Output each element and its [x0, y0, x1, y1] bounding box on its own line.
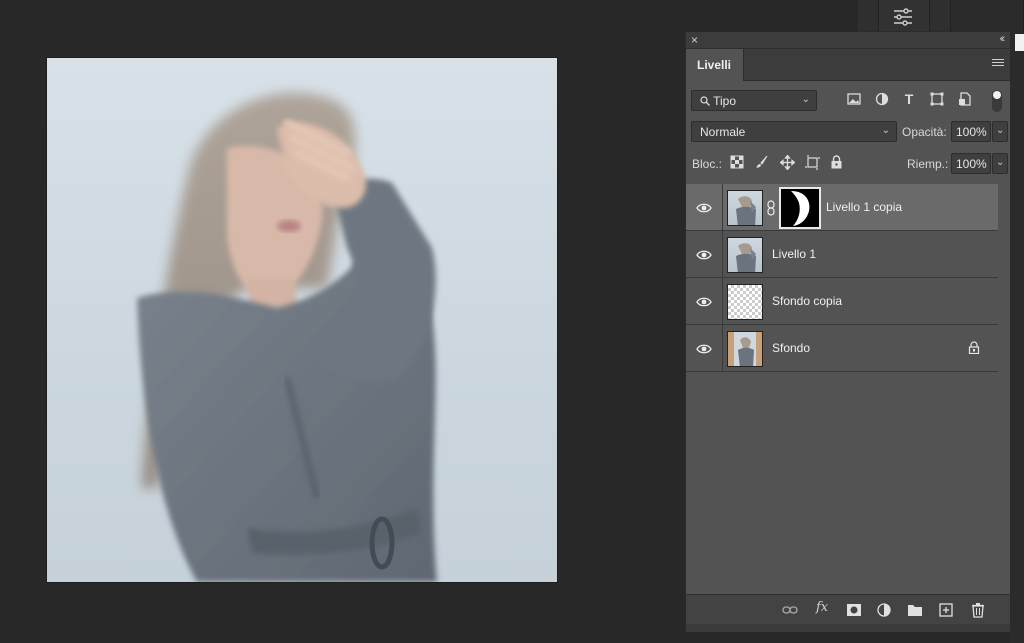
layer-thumbnail-transparent[interactable] — [727, 284, 763, 320]
close-panel-icon[interactable]: × — [691, 33, 698, 47]
adjustment-filter-icon[interactable] — [874, 91, 890, 107]
dock-column — [950, 0, 1024, 34]
lock-position-icon[interactable] — [779, 154, 796, 171]
panel-menu-icon[interactable] — [992, 59, 1004, 69]
visibility-eye-icon[interactable] — [696, 295, 712, 307]
layer-thumbnail[interactable] — [727, 237, 763, 273]
chevron-down-icon: ⌄ — [881, 125, 890, 136]
lock-row: Bloc.: Riemp.: 100% ⌄ — [686, 145, 1010, 177]
tab-layers[interactable]: Livelli — [686, 49, 744, 81]
adjustments-icon[interactable] — [893, 8, 913, 31]
layer-row-livello-1[interactable]: Livello 1 — [686, 231, 998, 278]
lock-transparent-pixels-icon[interactable] — [730, 155, 746, 171]
delete-layer-icon[interactable] — [970, 602, 986, 618]
lock-all-icon[interactable] — [830, 155, 846, 171]
lock-image-pixels-icon[interactable] — [755, 155, 771, 171]
document-canvas[interactable] — [47, 58, 557, 582]
opacity-dropdown-icon[interactable]: ⌄ — [992, 121, 1008, 142]
filter-kind-dropdown[interactable]: Tipo ⌄ — [691, 90, 817, 111]
layer-thumbnail[interactable] — [727, 190, 763, 226]
panel-titlebar: × ‹‹ — [686, 32, 1010, 49]
blend-mode-value: Normale — [700, 125, 746, 139]
fx-icon[interactable]: fx — [816, 600, 832, 616]
layer-name[interactable]: Livello 1 copia — [826, 200, 902, 214]
layer-name[interactable]: Sfondo copia — [772, 294, 842, 308]
visibility-eye-icon[interactable] — [696, 342, 712, 354]
eye-separator — [722, 278, 723, 325]
smart-object-filter-icon[interactable] — [957, 91, 973, 107]
filter-kind-label: Tipo — [713, 94, 737, 108]
dock-strip — [858, 0, 1024, 34]
layers-panel: × ‹‹ Livelli Tipo ⌄ T Normale ⌄ Opacità:… — [685, 31, 1011, 633]
layer-row-livello-1-copia[interactable]: Livello 1 copia — [686, 184, 998, 231]
collapse-panel-icon[interactable]: ‹‹ — [1000, 33, 1006, 45]
opacity-label: Opacità: — [902, 125, 947, 139]
layer-mask-thumbnail[interactable] — [779, 187, 821, 229]
filter-row: Tipo ⌄ T — [686, 81, 1010, 113]
panel-footer — [686, 624, 1010, 632]
layer-row-sfondo-copia[interactable]: Sfondo copia — [686, 278, 998, 325]
image-filter-icon[interactable] — [846, 91, 862, 107]
photo-artwork — [137, 92, 437, 582]
link-layers-icon[interactable] — [782, 602, 798, 618]
shape-filter-icon[interactable] — [929, 91, 945, 107]
blend-mode-dropdown[interactable]: Normale ⌄ — [691, 121, 897, 142]
group-folder-icon[interactable] — [907, 602, 923, 618]
adjustment-layer-icon[interactable] — [876, 602, 892, 618]
layer-thumbnail[interactable] — [727, 331, 763, 367]
layers-bottom-toolbar: fx — [686, 594, 1010, 624]
opacity-input[interactable]: 100% — [951, 121, 991, 142]
fill-label: Riemp.: — [907, 157, 949, 171]
lock-label: Bloc.: — [692, 157, 723, 171]
search-icon — [700, 95, 710, 106]
eye-separator — [722, 325, 723, 372]
filter-toggle[interactable] — [992, 90, 1002, 112]
layer-name[interactable]: Livello 1 — [772, 247, 816, 261]
fill-dropdown-icon[interactable]: ⌄ — [992, 153, 1008, 174]
layer-name[interactable]: Sfondo — [772, 341, 810, 355]
visibility-eye-icon[interactable] — [696, 201, 712, 213]
layer-row-sfondo[interactable]: Sfondo — [686, 325, 998, 372]
mask-link-chain-icon[interactable] — [766, 200, 776, 216]
dock-column — [878, 0, 930, 34]
eye-separator — [722, 231, 723, 278]
dock-tab-chip[interactable] — [1015, 34, 1024, 51]
chevron-down-icon: ⌄ — [801, 94, 810, 105]
eye-separator — [722, 184, 723, 231]
type-filter-icon[interactable]: T — [901, 91, 917, 107]
lock-artboard-icon[interactable] — [805, 155, 821, 171]
layer-lock-icon[interactable] — [968, 341, 980, 355]
blend-row: Normale ⌄ Opacità: 100% ⌄ — [686, 113, 1010, 145]
layers-list: Livello 1 copia Livello 1 Sfondo copia S… — [686, 184, 998, 372]
visibility-eye-icon[interactable] — [696, 248, 712, 260]
layers-scrollbar[interactable] — [998, 184, 1010, 594]
new-layer-icon[interactable] — [938, 602, 954, 618]
panel-tab-bar: Livelli — [686, 49, 1010, 81]
add-mask-icon[interactable] — [846, 602, 862, 618]
dock-edge — [1010, 34, 1024, 643]
fill-input[interactable]: 100% — [951, 153, 991, 174]
